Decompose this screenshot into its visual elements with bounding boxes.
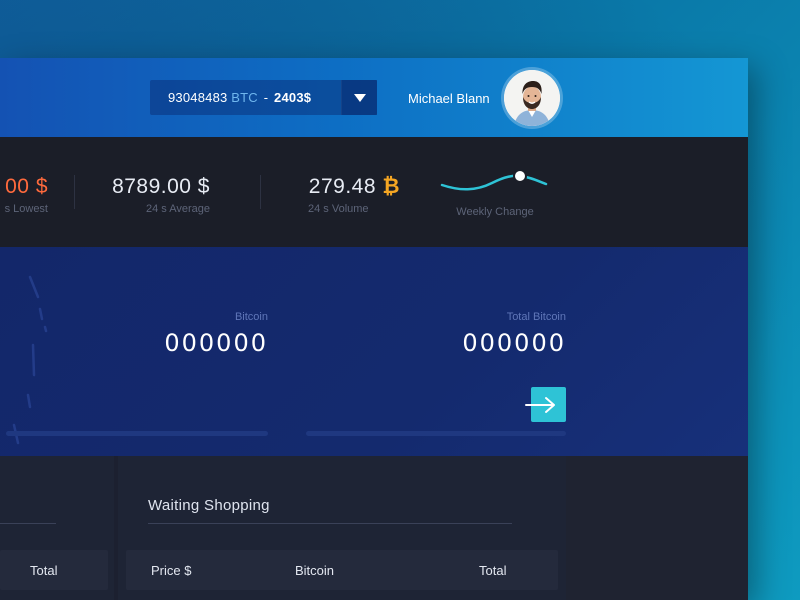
caret-down-icon	[353, 93, 366, 102]
stat-divider	[74, 175, 75, 209]
left-orders-panel: Total	[0, 456, 114, 600]
waiting-shopping-table-header: Price $ Bitcoin Total	[126, 550, 558, 590]
wallet-unit: BTC	[231, 90, 258, 105]
wallet-balance-text: 93048483 BTC - 2403$	[150, 90, 341, 105]
arrow-right-icon	[524, 396, 555, 413]
stat-lowest-value: 00 $	[5, 175, 48, 198]
col-price[interactable]: Price $	[151, 563, 191, 578]
left-col-total[interactable]: Total	[30, 563, 57, 578]
stat-volume-label: 24 s Volume	[308, 203, 369, 215]
stat-volume-value: 279.48	[308, 175, 377, 198]
total-bitcoin-field-value[interactable]: 000000	[416, 329, 566, 357]
conversion-panel: Bitcoin 000000 Total Bitcoin 000000	[0, 247, 748, 456]
top-header: 93048483 BTC - 2403$ Michael Blann	[0, 58, 748, 137]
bitcoin-field-underline	[6, 431, 268, 436]
weekly-change-sparkline	[440, 169, 548, 191]
total-bitcoin-field[interactable]: Total Bitcoin 000000	[416, 311, 566, 357]
sparkline-marker	[513, 169, 527, 183]
wallet-balance-select[interactable]: 93048483 BTC - 2403$	[150, 80, 377, 115]
market-stats-bar: 00 $ s Lowest 8789.00 $ 24 s Average 279…	[0, 137, 748, 247]
stat-divider	[260, 175, 261, 209]
right-side-panel	[566, 456, 748, 600]
stat-lowest-label: s Lowest	[4, 203, 48, 215]
stat-lowest: 00 $ s Lowest	[0, 175, 48, 215]
app-window: 93048483 BTC - 2403$ Michael Blann 00 $ …	[0, 58, 748, 600]
bitcoin-field[interactable]: Bitcoin 000000	[120, 311, 268, 357]
bitcoin-field-label: Bitcoin	[234, 311, 268, 323]
total-bitcoin-field-label: Total Bitcoin	[506, 311, 566, 323]
left-table-header: Total	[0, 550, 108, 590]
stat-average-label: 24 s Average	[145, 203, 210, 215]
bitcoin-field-value[interactable]: 000000	[120, 329, 268, 357]
waiting-shopping-title-underline	[148, 523, 512, 524]
stat-average: 8789.00 $ 24 s Average	[96, 175, 210, 215]
wallet-usd-value: 2403$	[274, 90, 312, 105]
col-total[interactable]: Total	[479, 563, 506, 578]
user-name[interactable]: Michael Blann	[408, 91, 490, 106]
stat-average-value: 8789.00 $	[112, 175, 210, 198]
col-bitcoin[interactable]: Bitcoin	[295, 563, 334, 578]
stat-weekly-change-label: Weekly Change	[456, 206, 534, 218]
stat-volume: 279.48 ₿ 24 s Volume	[290, 175, 400, 215]
left-panel-title-underline	[0, 523, 56, 524]
user-portrait-icon	[504, 70, 560, 126]
bitcoin-icon: ₿	[382, 175, 400, 198]
total-bitcoin-field-underline	[306, 431, 566, 436]
wallet-separator: -	[263, 90, 269, 105]
wallet-dropdown-button[interactable]	[341, 80, 377, 115]
orders-section: Total Waiting Shopping Price $ Bitcoin T…	[0, 456, 748, 600]
wallet-amount: 93048483	[168, 90, 228, 105]
waiting-shopping-panel: Waiting Shopping Price $ Bitcoin Total	[118, 456, 566, 600]
user-avatar[interactable]	[504, 70, 560, 126]
waiting-shopping-title: Waiting Shopping	[148, 497, 270, 514]
submit-arrow-button[interactable]	[524, 387, 566, 422]
stat-weekly-change: Weekly Change	[440, 163, 550, 218]
decorative-dash-pattern	[12, 275, 48, 445]
stat-volume-value-row: 279.48 ₿	[290, 175, 400, 199]
